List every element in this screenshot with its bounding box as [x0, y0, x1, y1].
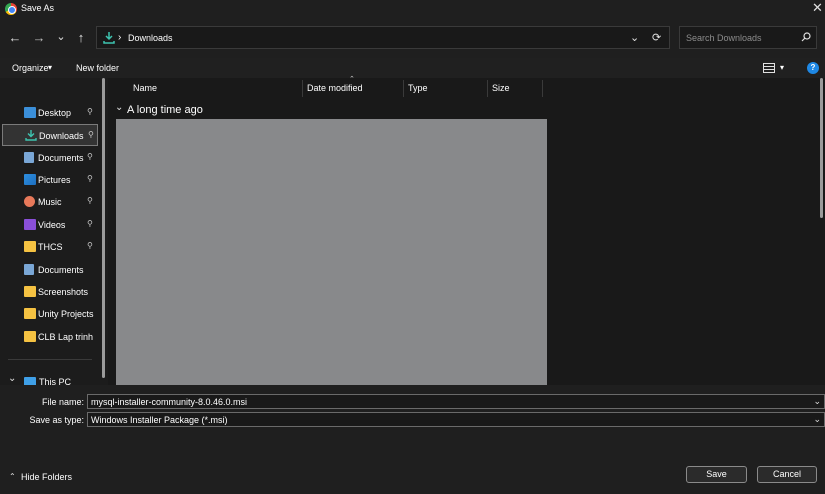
- sidebar-item-thcs[interactable]: THCS ⚲: [2, 236, 98, 258]
- pin-icon: ⚲: [88, 130, 94, 139]
- sidebar-item-desktop[interactable]: Desktop ⚲: [2, 102, 98, 124]
- column-divider[interactable]: [302, 80, 303, 97]
- sidebar-item-documents-folder[interactable]: Documents: [2, 259, 98, 281]
- sidebar-item-documents[interactable]: Documents ⚲: [2, 147, 98, 169]
- chevron-up-icon[interactable]: ⌃: [9, 472, 16, 481]
- folder-icon: [24, 241, 36, 252]
- videos-icon: [24, 219, 36, 230]
- folder-icon: [24, 286, 36, 297]
- column-header-size[interactable]: Size: [492, 83, 510, 93]
- address-text[interactable]: Downloads: [128, 33, 173, 43]
- column-divider[interactable]: [403, 80, 404, 97]
- desktop-icon: [24, 107, 36, 118]
- back-icon[interactable]: ←: [7, 31, 23, 45]
- folder-icon: [24, 308, 36, 319]
- group-header[interactable]: A long time ago: [127, 104, 203, 116]
- sidebar-divider: [8, 359, 92, 360]
- refresh-icon[interactable]: ⟳: [652, 31, 661, 44]
- download-icon: [103, 32, 115, 44]
- column-divider[interactable]: [542, 80, 543, 97]
- file-name-label: File name:: [41, 397, 84, 407]
- sidebar-item-label: Pictures: [38, 175, 71, 185]
- view-caret-icon[interactable]: ▾: [780, 63, 784, 72]
- documents-icon: [24, 152, 34, 163]
- sidebar-item-label: CLB Lap trinh: [38, 332, 94, 342]
- file-name-field[interactable]: mysql-installer-community-8.0.46.0.msi ⌄: [87, 394, 825, 409]
- sidebar-item-label: Downloads: [39, 131, 84, 141]
- search-icon[interactable]: [801, 32, 811, 42]
- sidebar-item-screenshots[interactable]: Screenshots: [2, 281, 98, 303]
- sidebar-item-label: Documents: [38, 265, 84, 275]
- group-toggle-icon[interactable]: ⌄: [115, 102, 123, 113]
- forward-icon[interactable]: →: [31, 31, 47, 45]
- help-icon[interactable]: ?: [807, 62, 819, 74]
- sidebar-item-label: Videos: [38, 220, 66, 230]
- save-as-type-value[interactable]: Windows Installer Package (*.msi): [91, 415, 228, 425]
- save-as-type-select[interactable]: Windows Installer Package (*.msi) ⌄: [87, 412, 825, 427]
- recent-locations-icon[interactable]: ⌄: [53, 30, 69, 44]
- chevron-down-icon[interactable]: ⌄: [813, 396, 821, 406]
- folder-icon: [24, 331, 36, 342]
- sidebar-item-downloads[interactable]: Downloads ⚲: [2, 124, 98, 146]
- sidebar-item-label: Music: [38, 197, 62, 207]
- cancel-button[interactable]: Cancel: [757, 466, 817, 483]
- up-folder-icon[interactable]: ↑: [73, 31, 89, 45]
- hide-folders-button[interactable]: Hide Folders: [21, 472, 72, 482]
- pin-icon: ⚲: [87, 196, 93, 205]
- download-icon: [25, 130, 37, 141]
- address-dropdown-icon[interactable]: ⌄: [630, 31, 639, 44]
- sort-indicator-icon: ⌃: [349, 76, 355, 83]
- organize-caret-icon[interactable]: ▾: [48, 63, 52, 72]
- pin-icon: ⚲: [87, 219, 93, 228]
- search-input[interactable]: Search Downloads: [686, 33, 762, 43]
- chevron-down-icon[interactable]: ⌄: [813, 414, 821, 424]
- title-bar: [0, 0, 825, 18]
- pin-icon: ⚲: [87, 152, 93, 161]
- save-button[interactable]: Save: [686, 466, 747, 483]
- close-icon[interactable]: ✕: [812, 1, 823, 15]
- sidebar-item-pictures[interactable]: Pictures ⚲: [2, 169, 98, 191]
- sidebar-item-label: THCS: [38, 242, 63, 252]
- sidebar-item-label: Documents: [38, 153, 84, 163]
- sidebar-scrollbar[interactable]: [102, 78, 105, 378]
- organize-button[interactable]: Organize: [12, 63, 49, 73]
- sidebar-item-music[interactable]: Music ⚲: [2, 191, 98, 213]
- chrome-icon: [5, 3, 17, 15]
- documents-icon: [24, 264, 34, 275]
- content-scrollbar[interactable]: [818, 78, 825, 218]
- sidebar-item-label: Unity Projects: [38, 309, 94, 319]
- view-options-icon[interactable]: [763, 63, 775, 73]
- sidebar-item-videos[interactable]: Videos ⚲: [2, 214, 98, 236]
- expand-icon[interactable]: ⌄: [8, 373, 16, 384]
- obscured-file-area: [116, 119, 547, 385]
- window-title: Save As: [21, 3, 55, 13]
- file-name-value[interactable]: mysql-installer-community-8.0.46.0.msi: [91, 397, 247, 407]
- pin-icon: ⚲: [87, 174, 93, 183]
- sidebar-item-label: Desktop: [38, 108, 72, 118]
- column-header-date-modified[interactable]: Date modified: [307, 83, 363, 93]
- command-bar: [0, 58, 825, 78]
- sidebar-item-clb-lap-trinh[interactable]: CLB Lap trinh: [2, 326, 98, 348]
- new-folder-button[interactable]: New folder: [76, 63, 119, 73]
- pictures-icon: [24, 174, 36, 185]
- pin-icon: ⚲: [87, 241, 93, 250]
- music-icon: [24, 196, 35, 207]
- breadcrumb-separator: ›: [118, 32, 122, 43]
- column-divider[interactable]: [487, 80, 488, 97]
- sidebar-item-label: Screenshots: [38, 287, 89, 297]
- address-bar[interactable]: [96, 26, 670, 49]
- column-header-type[interactable]: Type: [408, 83, 428, 93]
- sidebar-item-unity-projects[interactable]: Unity Projects: [2, 303, 98, 325]
- column-header-name[interactable]: Name: [133, 83, 157, 93]
- pin-icon: ⚲: [87, 107, 93, 116]
- save-as-type-label: Save as type:: [29, 415, 84, 425]
